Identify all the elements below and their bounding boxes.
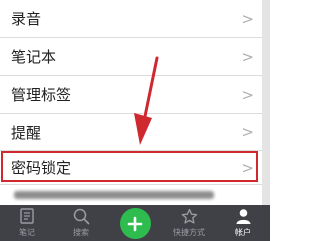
tab-add-note[interactable] <box>108 205 162 241</box>
settings-item-passcode-lock[interactable]: 密码锁定 > <box>0 151 262 185</box>
tab-account[interactable]: 帐户 <box>216 205 270 241</box>
settings-item-recording[interactable]: 录音 > <box>0 0 262 38</box>
account-icon <box>236 209 250 224</box>
settings-item-label: 录音 <box>11 10 42 28</box>
settings-item-notebooks[interactable]: 笔记本 > <box>0 38 262 76</box>
settings-item-label: 密码锁定 <box>11 159 72 177</box>
chevron-right-icon: > <box>241 9 254 28</box>
tab-notes[interactable]: 笔记 <box>0 205 54 241</box>
tab-label: 快捷方式 <box>173 228 205 237</box>
settings-item-partial[interactable] <box>0 185 262 205</box>
tab-label: 笔记 <box>19 228 35 237</box>
tab-label: 搜索 <box>73 228 89 237</box>
chevron-right-icon: > <box>241 47 254 66</box>
settings-item-label: 提醒 <box>11 123 42 142</box>
blurred-text <box>14 191 214 199</box>
settings-item-manage-tags[interactable]: 管理标签 > <box>0 76 262 114</box>
bottom-tab-bar: 笔记 搜索 快捷方式 帐户 <box>0 205 270 241</box>
chevron-right-icon: > <box>241 85 254 104</box>
tab-shortcuts[interactable]: 快捷方式 <box>162 205 216 241</box>
tab-label: 帐户 <box>235 228 251 237</box>
chevron-right-icon: > <box>241 123 254 141</box>
settings-item-reminders[interactable]: 提醒 > <box>0 114 262 151</box>
note-icon <box>20 208 34 224</box>
chevron-right-icon: > <box>241 158 254 177</box>
settings-item-label: 管理标签 <box>11 86 72 104</box>
tab-search[interactable]: 搜索 <box>54 205 108 241</box>
settings-item-label: 笔记本 <box>11 48 57 66</box>
star-icon <box>181 208 197 224</box>
add-note-button[interactable] <box>119 208 151 239</box>
search-icon <box>73 208 89 225</box>
plus-icon <box>127 216 143 231</box>
scrollbar-track[interactable] <box>262 0 270 205</box>
